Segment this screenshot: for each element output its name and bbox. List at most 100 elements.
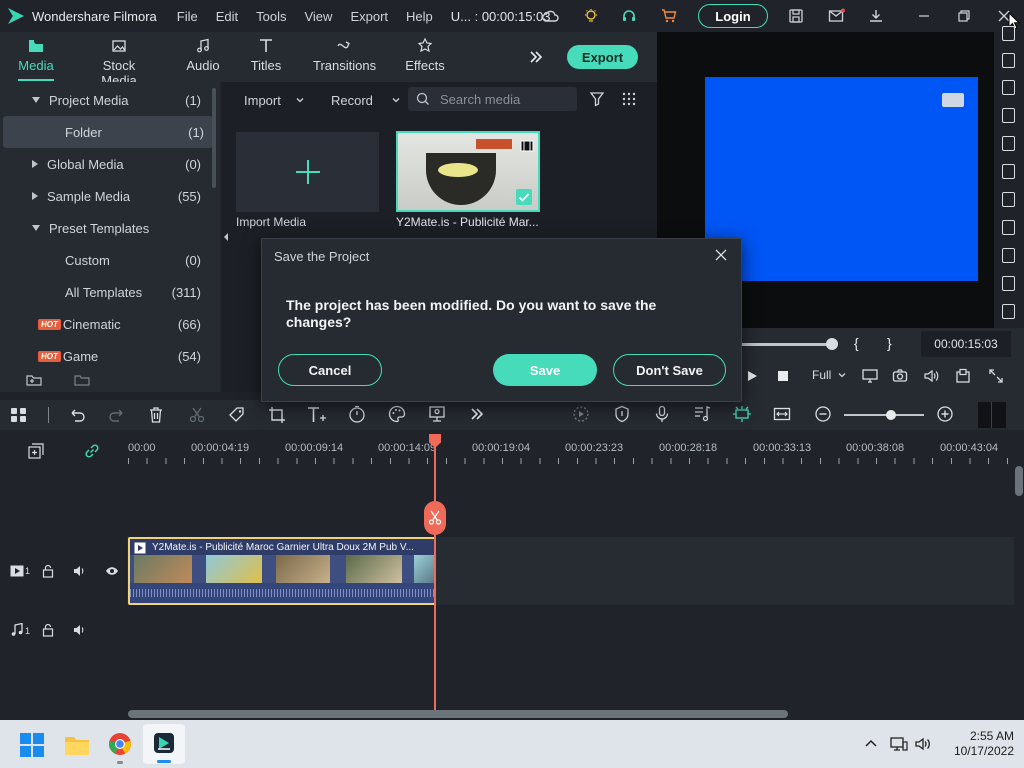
- tree-scrollbar[interactable]: [212, 88, 216, 188]
- minimize-icon[interactable]: [916, 8, 932, 24]
- link-icon[interactable]: [83, 442, 101, 460]
- tree-global-media[interactable]: Global Media (0): [0, 148, 210, 180]
- stop-icon[interactable]: [777, 370, 789, 382]
- import-dropdown[interactable]: Import: [244, 88, 305, 112]
- menu-file[interactable]: File: [177, 9, 198, 24]
- dont-save-button[interactable]: Don't Save: [613, 354, 726, 386]
- crop-icon[interactable]: [268, 406, 286, 424]
- split-scissors-button[interactable]: [424, 501, 446, 535]
- folder-outline-icon[interactable]: [74, 372, 90, 388]
- zoom-slider-handle[interactable]: [886, 410, 896, 420]
- speaker-icon[interactable]: [73, 624, 87, 636]
- timeline-vertical-scrollbar[interactable]: [1015, 466, 1023, 496]
- search-input[interactable]: Search media: [408, 87, 577, 111]
- snapshot-icon[interactable]: [892, 368, 908, 384]
- side-checkbox[interactable]: [1002, 164, 1015, 179]
- speed-icon[interactable]: [348, 405, 366, 423]
- tree-project-media[interactable]: Project Media (1): [0, 84, 210, 116]
- microphone-icon[interactable]: [653, 405, 671, 423]
- save-project-icon[interactable]: [788, 8, 804, 24]
- speaker-icon[interactable]: [73, 565, 87, 577]
- render-icon[interactable]: [572, 405, 590, 423]
- more-tools-chevron-icon[interactable]: [469, 406, 485, 422]
- pip-icon[interactable]: [955, 368, 971, 384]
- tab-stock-media[interactable]: Stock Media: [86, 38, 152, 88]
- delete-icon[interactable]: [148, 406, 164, 424]
- login-button[interactable]: Login: [698, 4, 768, 28]
- side-checkbox[interactable]: [1002, 53, 1015, 68]
- tree-cinematic[interactable]: HOT Cinematic (66): [0, 308, 210, 340]
- layout-grid-icon[interactable]: [10, 407, 28, 423]
- cloud-icon[interactable]: [541, 8, 559, 24]
- play-icon[interactable]: [745, 369, 759, 383]
- record-dropdown[interactable]: Record: [331, 88, 401, 112]
- network-icon[interactable]: [890, 736, 908, 752]
- preview-progress-handle[interactable]: [826, 338, 838, 350]
- timeline-ruler[interactable]: 00:00 00:00:04:19 00:00:09:14 00:00:14:0…: [128, 430, 1024, 474]
- green-screen-icon[interactable]: [428, 405, 446, 423]
- undo-icon[interactable]: [68, 406, 86, 424]
- tree-folder[interactable]: Folder (1): [3, 116, 213, 148]
- tab-effects[interactable]: Effects: [405, 38, 445, 73]
- collapse-panel-icon[interactable]: [222, 232, 230, 242]
- shield-icon[interactable]: [613, 405, 631, 423]
- audio-mixer-icon[interactable]: [693, 405, 711, 423]
- display-icon[interactable]: [861, 368, 879, 384]
- more-tabs-chevron-icon[interactable]: [528, 49, 544, 65]
- export-button[interactable]: Export: [567, 45, 638, 69]
- cart-icon[interactable]: [661, 8, 677, 24]
- side-checkbox[interactable]: [1002, 192, 1015, 207]
- lock-icon[interactable]: [42, 564, 54, 578]
- tag-icon[interactable]: [228, 406, 246, 424]
- redo-icon[interactable]: [108, 406, 126, 424]
- side-checkbox[interactable]: [1002, 80, 1015, 95]
- menu-export[interactable]: Export: [350, 9, 388, 24]
- add-track-icon[interactable]: [27, 442, 45, 460]
- save-button[interactable]: Save: [493, 354, 597, 386]
- side-checkbox[interactable]: [1002, 136, 1015, 151]
- lock-icon[interactable]: [42, 623, 54, 637]
- tree-sample-media[interactable]: Sample Media (55): [0, 180, 210, 212]
- media-clip-thumbnail[interactable]: [396, 131, 540, 212]
- file-explorer-icon[interactable]: [64, 734, 90, 756]
- restore-icon[interactable]: [956, 8, 972, 24]
- side-checkbox[interactable]: [1002, 304, 1015, 319]
- side-checkbox[interactable]: [1002, 248, 1015, 263]
- fullscreen-icon[interactable]: [988, 368, 1004, 384]
- cut-icon[interactable]: [188, 406, 206, 424]
- ai-highlight-icon[interactable]: [731, 404, 753, 424]
- timeline-view-toggle[interactable]: [978, 402, 1006, 428]
- tab-titles[interactable]: Titles: [250, 38, 282, 73]
- menu-view[interactable]: View: [304, 9, 332, 24]
- mail-icon[interactable]: [828, 8, 845, 24]
- filter-icon[interactable]: [589, 91, 605, 107]
- side-checkbox[interactable]: [1002, 276, 1015, 291]
- mark-in-icon[interactable]: {: [854, 335, 859, 351]
- text-add-icon[interactable]: [306, 405, 328, 425]
- eye-icon[interactable]: [105, 565, 119, 577]
- headset-icon[interactable]: [621, 8, 637, 24]
- zoom-in-icon[interactable]: [936, 405, 954, 423]
- cancel-button[interactable]: Cancel: [278, 354, 382, 386]
- tab-media[interactable]: Media: [18, 38, 54, 81]
- grid-view-icon[interactable]: [621, 91, 637, 107]
- windows-start-icon[interactable]: [20, 733, 44, 757]
- volume-tray-icon[interactable]: [914, 736, 932, 752]
- zoom-slider[interactable]: [844, 414, 924, 416]
- new-folder-icon[interactable]: [26, 372, 42, 388]
- tree-all-templates[interactable]: All Templates (311): [0, 276, 210, 308]
- playhead-line[interactable]: [434, 444, 436, 710]
- download-icon[interactable]: [868, 8, 884, 24]
- side-checkbox[interactable]: [1002, 26, 1015, 41]
- side-checkbox[interactable]: [1002, 108, 1015, 123]
- menu-edit[interactable]: Edit: [216, 9, 238, 24]
- tree-custom[interactable]: Custom (0): [0, 244, 210, 276]
- timeline-clip[interactable]: Y2Mate.is - Publicité Maroc Garnier Ultr…: [128, 537, 436, 605]
- tray-chevron-up-icon[interactable]: [864, 738, 878, 748]
- tab-transitions[interactable]: Transitions: [313, 38, 376, 73]
- mark-out-icon[interactable]: }: [887, 335, 892, 351]
- quality-dropdown[interactable]: Full: [812, 368, 847, 382]
- filmora-taskbar-button[interactable]: [143, 724, 185, 764]
- timeline-horizontal-scrollbar[interactable]: [128, 710, 788, 718]
- fit-timeline-icon[interactable]: [773, 405, 791, 423]
